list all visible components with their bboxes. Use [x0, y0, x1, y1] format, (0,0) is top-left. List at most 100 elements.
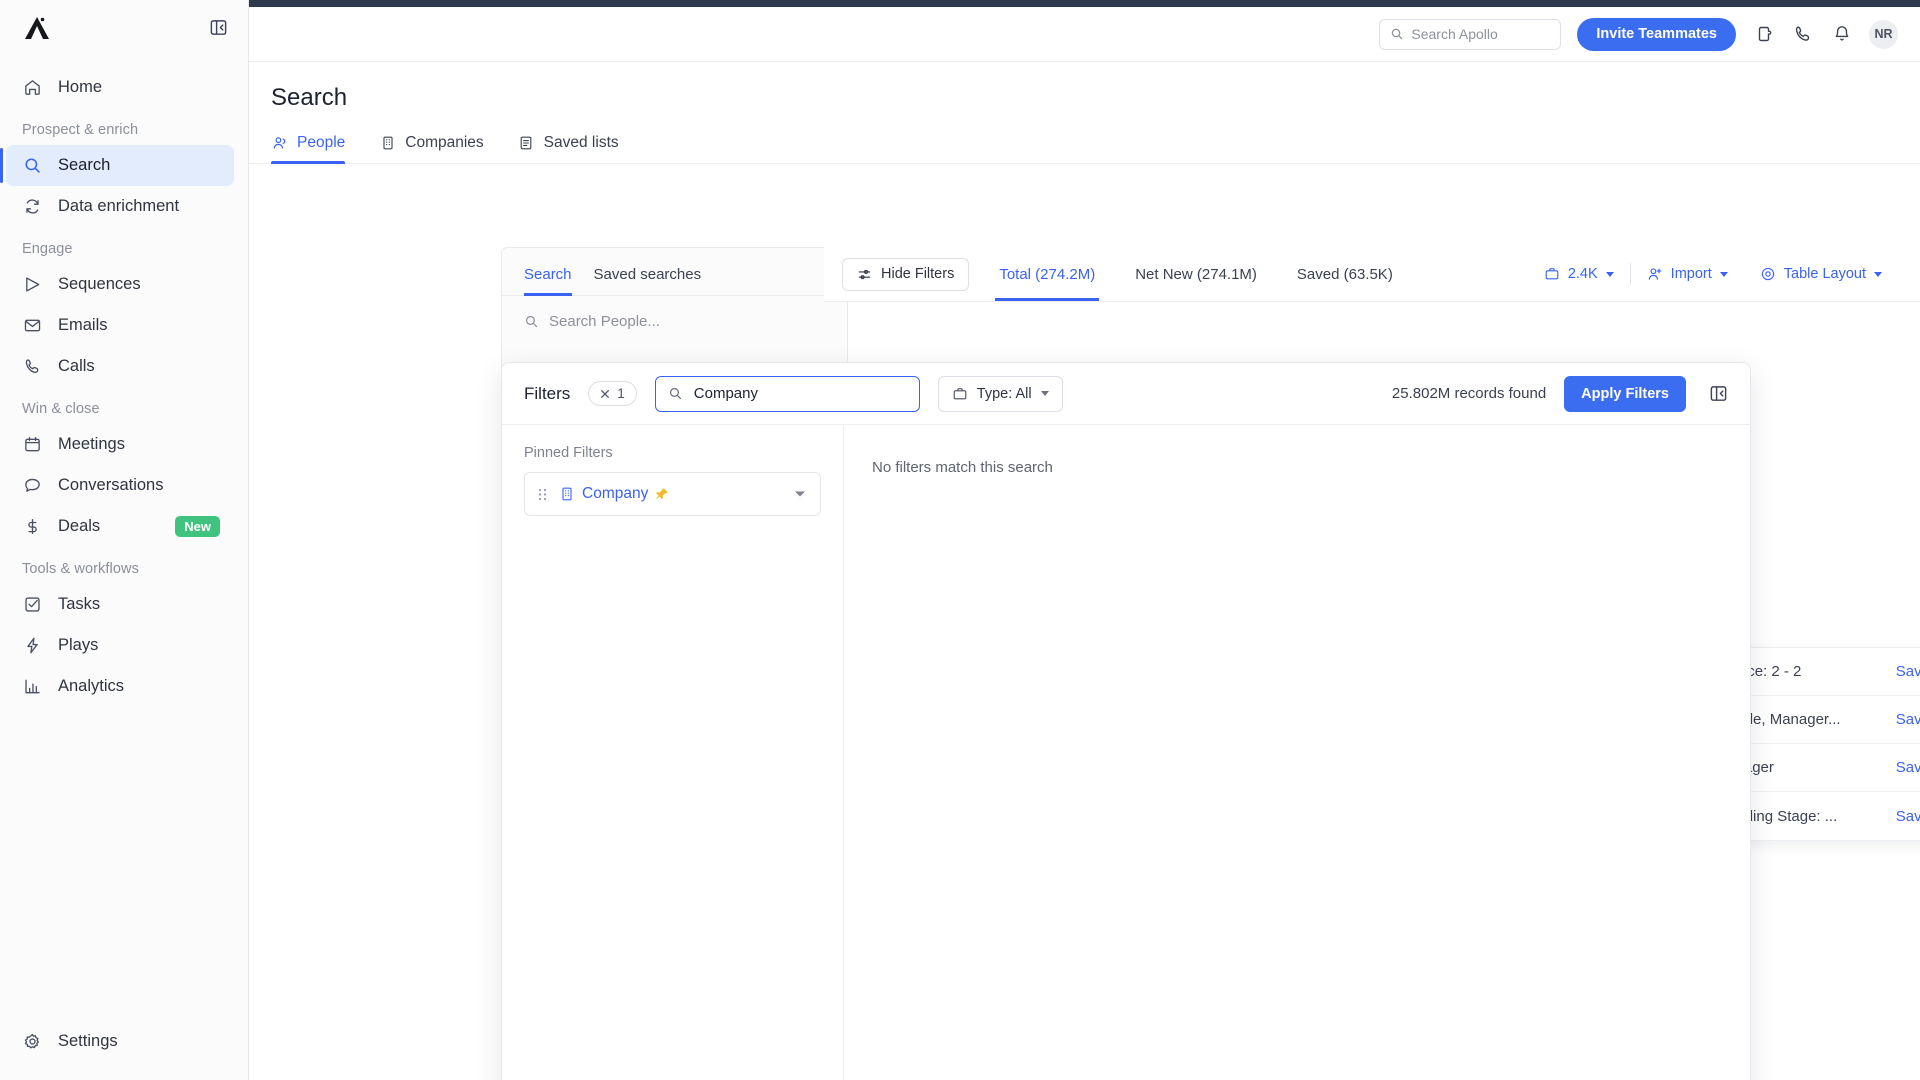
add-person-icon	[1647, 266, 1663, 282]
sidebar-item-conversations[interactable]: Conversations	[6, 465, 234, 506]
chrome-extension-icon[interactable]	[1752, 23, 1775, 46]
count-tab-total[interactable]: Total (274.2M)	[995, 247, 1100, 301]
filters-modal-body: Pinned Filters Company No filters match …	[502, 425, 1750, 1080]
sidebar: Home Prospect & enrich Search Data enric…	[0, 0, 249, 1080]
credits-dropdown[interactable]: 2.4K	[1528, 266, 1630, 282]
import-label: Import	[1670, 266, 1712, 282]
sidebar-item-search[interactable]: Search	[0, 145, 234, 186]
filters-count-chip[interactable]: 1	[588, 381, 637, 406]
panel-tab-search[interactable]: Search	[524, 266, 572, 296]
save-button[interactable]: Save	[1896, 663, 1920, 680]
sidebar-item-analytics[interactable]: Analytics	[6, 666, 234, 707]
sidebar-item-data-enrichment[interactable]: Data enrichment	[6, 186, 234, 227]
tab-saved-lists[interactable]: Saved lists	[518, 134, 619, 163]
filter-search-value: Company	[693, 385, 758, 402]
pin-icon	[655, 487, 669, 501]
sidebar-item-label: Search	[58, 156, 111, 174]
sidebar-item-plays[interactable]: Plays	[6, 625, 234, 666]
sidebar-item-home[interactable]: Home	[6, 67, 234, 108]
hide-filters-button[interactable]: Hide Filters	[842, 257, 970, 291]
pinned-filter-label: Company	[582, 485, 649, 502]
sidebar-item-sequences[interactable]: Sequences	[6, 264, 234, 305]
sidebar-item-label: Emails	[58, 316, 108, 334]
apollo-logo-icon	[22, 15, 52, 41]
sidebar-item-emails[interactable]: Emails	[6, 305, 234, 346]
chevron-down-icon	[1605, 271, 1614, 277]
calendar-icon	[22, 435, 42, 455]
people-icon	[271, 135, 288, 152]
search-people-input[interactable]: Search People...	[502, 296, 847, 347]
sidebar-item-meetings[interactable]: Meetings	[6, 424, 234, 465]
collapse-panel-icon[interactable]	[1704, 380, 1732, 408]
tab-label: Companies	[405, 134, 484, 151]
home-icon	[22, 78, 42, 98]
search-icon	[668, 386, 683, 401]
import-dropdown[interactable]: Import	[1631, 266, 1744, 282]
search-panel-tabs: Search Saved searches	[502, 248, 847, 296]
filters-modal-header: Filters 1 Company Type: All 25.802M reco…	[502, 363, 1750, 425]
sidebar-section-win-close: Win & close	[22, 401, 100, 417]
hide-filters-label: Hide Filters	[881, 266, 955, 282]
search-people-placeholder: Search People...	[549, 313, 660, 330]
briefcase-icon	[1544, 266, 1560, 282]
global-search-input[interactable]: Search Apollo	[1379, 18, 1562, 50]
avatar[interactable]: NR	[1869, 19, 1898, 49]
tab-label: People	[297, 134, 346, 151]
sidebar-item-deals[interactable]: Deals New	[6, 506, 234, 547]
count-tab-saved[interactable]: Saved (63.5K)	[1293, 247, 1397, 301]
save-button[interactable]: Save	[1896, 711, 1920, 728]
sidebar-item-label: Sequences	[58, 275, 141, 293]
eye-icon	[1760, 266, 1776, 282]
no-filters-message: No filters match this search	[872, 459, 1053, 476]
pinned-filters-panel: Pinned Filters Company	[502, 425, 844, 1080]
search-icon	[1390, 27, 1404, 41]
search-icon	[524, 314, 539, 329]
building-icon	[379, 135, 396, 152]
panel-tab-saved-searches[interactable]: Saved searches	[594, 266, 702, 295]
status-badge-new: New	[175, 516, 220, 537]
type-filter-label: Type: All	[976, 385, 1032, 402]
sidebar-collapse-icon[interactable]	[206, 16, 230, 40]
table-layout-dropdown[interactable]: Table Layout	[1744, 266, 1898, 282]
tab-companies[interactable]: Companies	[379, 134, 484, 163]
pinned-filter-company[interactable]: Company	[524, 472, 821, 516]
tab-people[interactable]: People	[271, 134, 346, 164]
sidebar-item-label: Calls	[58, 357, 95, 375]
checkbox-icon	[22, 595, 42, 615]
toolbar-actions: 2.4K Import Table Layout	[1528, 263, 1898, 285]
sidebar-nav: Home Prospect & enrich Search Data enric…	[0, 55, 248, 707]
pinned-filter-name: Company	[559, 485, 669, 503]
apply-filters-button[interactable]: Apply Filters	[1564, 375, 1686, 412]
count-tab-net-new[interactable]: Net New (274.1M)	[1131, 247, 1261, 301]
chevron-down-icon[interactable]	[794, 485, 806, 503]
sidebar-item-settings[interactable]: Settings	[6, 1021, 234, 1062]
sidebar-item-label: Data enrichment	[58, 197, 180, 215]
save-button[interactable]: Save	[1896, 808, 1920, 825]
filter-search-input[interactable]: Company	[654, 375, 920, 412]
lightning-icon	[22, 636, 42, 656]
filters-title: Filters	[524, 383, 571, 403]
save-button[interactable]: Save	[1896, 759, 1920, 776]
building-icon	[559, 486, 575, 502]
sidebar-item-label: Deals	[58, 517, 101, 535]
gear-icon	[22, 1032, 42, 1052]
list-icon	[518, 135, 535, 152]
pinned-filters-label: Pinned Filters	[524, 445, 613, 461]
sidebar-header	[0, 0, 248, 55]
phone-icon[interactable]	[1791, 23, 1814, 46]
sidebar-item-calls[interactable]: Calls	[6, 346, 234, 387]
phone-icon	[22, 357, 42, 377]
type-filter-dropdown[interactable]: Type: All	[937, 375, 1063, 412]
table-layout-label: Table Layout	[1783, 266, 1866, 282]
chevron-down-icon	[1040, 391, 1049, 396]
search-icon	[22, 156, 42, 176]
invite-teammates-button[interactable]: Invite Teammates	[1577, 17, 1736, 51]
sidebar-item-label: Plays	[58, 636, 99, 654]
sidebar-section-prospect: Prospect & enrich	[22, 122, 139, 138]
bell-icon[interactable]	[1830, 23, 1853, 46]
sidebar-item-tasks[interactable]: Tasks	[6, 584, 234, 625]
dollar-icon	[22, 517, 42, 537]
drag-handle-icon[interactable]	[525, 487, 559, 502]
sidebar-item-label: Analytics	[58, 677, 125, 695]
app-root: Home Prospect & enrich Search Data enric…	[0, 0, 1920, 1080]
